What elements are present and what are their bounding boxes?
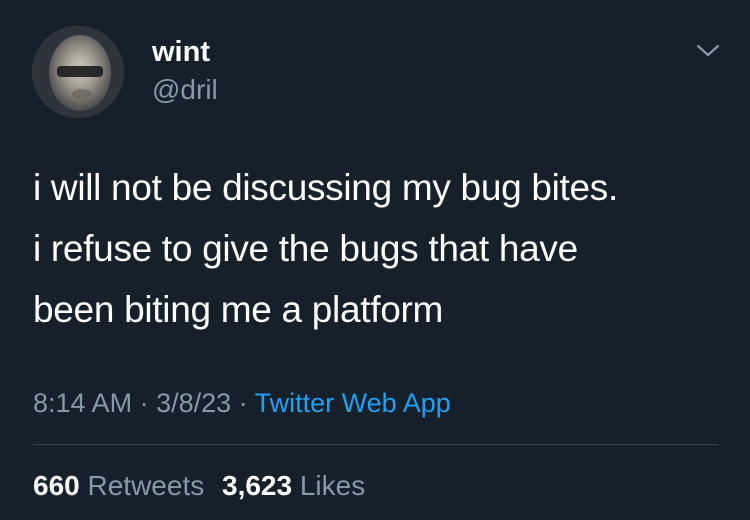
tweet-card: wint @dril i will not be discussing my b… bbox=[0, 0, 750, 520]
tweet-text: i will not be discussing my bug bites. i… bbox=[33, 157, 723, 340]
tweet-text-line: been biting me a platform bbox=[33, 289, 444, 330]
tweet-stats: 660 Retweets 3,623 Likes bbox=[33, 469, 375, 503]
retweets-count: 660 bbox=[33, 470, 80, 501]
retweets-label: Retweets bbox=[87, 470, 205, 501]
tweet-metadata: 8:14 AM · 3/8/23 · Twitter Web App bbox=[33, 386, 451, 420]
meta-separator: · bbox=[132, 388, 157, 418]
likes-stat[interactable]: 3,623 Likes bbox=[222, 469, 365, 503]
avatar-image bbox=[32, 26, 124, 118]
tweet-text-line: i will not be discussing my bug bites. bbox=[33, 167, 618, 208]
retweets-stat[interactable]: 660 Retweets bbox=[33, 469, 204, 503]
likes-count: 3,623 bbox=[222, 470, 293, 501]
user-handle[interactable]: @dril bbox=[152, 73, 218, 107]
tweet-source-link[interactable]: Twitter Web App bbox=[255, 388, 451, 418]
likes-label: Likes bbox=[299, 470, 366, 501]
avatar[interactable] bbox=[32, 26, 124, 118]
chevron-down-icon[interactable] bbox=[693, 36, 723, 66]
divider bbox=[33, 444, 718, 445]
tweet-time[interactable]: 8:14 AM bbox=[33, 388, 132, 418]
meta-separator: · bbox=[231, 388, 255, 418]
tweet-date[interactable]: 3/8/23 bbox=[156, 388, 231, 418]
display-name[interactable]: wint bbox=[152, 35, 210, 69]
tweet-text-line: i refuse to give the bugs that have bbox=[33, 228, 578, 269]
